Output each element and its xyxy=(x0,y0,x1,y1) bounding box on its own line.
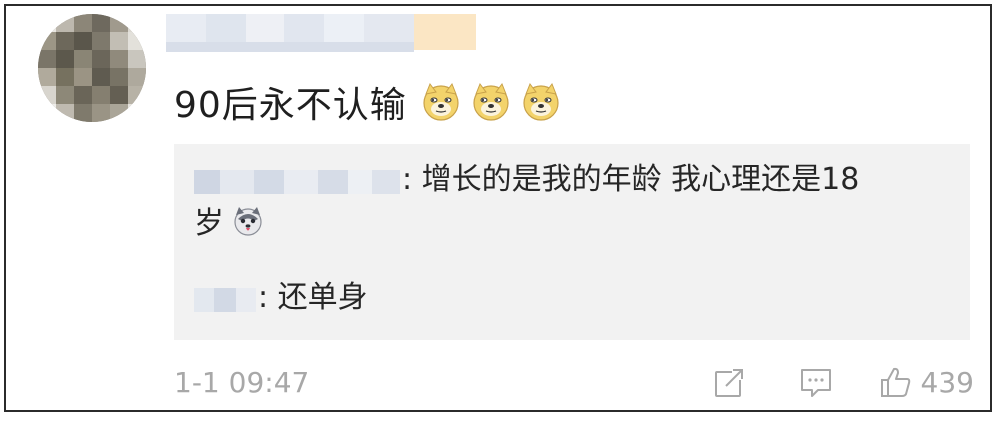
username-blurred[interactable] xyxy=(166,12,478,54)
reply-text: 增长的是我的年龄 我心理还是18 xyxy=(412,162,860,197)
comment-text: 90后永不认输 xyxy=(174,85,407,126)
reply-username-blurred[interactable] xyxy=(194,284,256,314)
reply-username-blurred[interactable] xyxy=(194,166,400,196)
reply-text-continued: 岁 xyxy=(194,206,224,241)
timestamp: 1-1 09:47 xyxy=(174,366,310,399)
reply-thread[interactable]: : 增长的是我的年龄 我心理还是18 岁 : 还单身 xyxy=(174,144,970,340)
comment-footer: 1-1 09:47 439 xyxy=(174,362,974,402)
doge-icon xyxy=(473,82,509,121)
reply-item[interactable]: : 增长的是我的年龄 我心理还是18 岁 xyxy=(194,158,934,246)
comment-icon[interactable] xyxy=(799,365,833,399)
reply-text: 还单身 xyxy=(268,280,368,315)
reply-item[interactable]: : 还单身 xyxy=(194,276,368,320)
reply-separator: : xyxy=(402,162,413,197)
husky-icon xyxy=(234,207,262,236)
avatar[interactable] xyxy=(38,14,146,122)
doge-icon xyxy=(523,82,559,121)
comment-actions: 439 xyxy=(713,362,974,402)
like-count: 439 xyxy=(920,365,974,399)
share-icon[interactable] xyxy=(713,365,747,399)
comment-body: 90后永不认输 xyxy=(174,78,561,126)
reply-separator: : xyxy=(258,280,269,315)
doge-icon xyxy=(423,82,459,121)
like-icon[interactable] xyxy=(879,365,913,399)
comment-card: 90后永不认输: 增长的是我的年龄 我心理还是18 岁: 还单身 1-1 0… xyxy=(4,4,992,412)
